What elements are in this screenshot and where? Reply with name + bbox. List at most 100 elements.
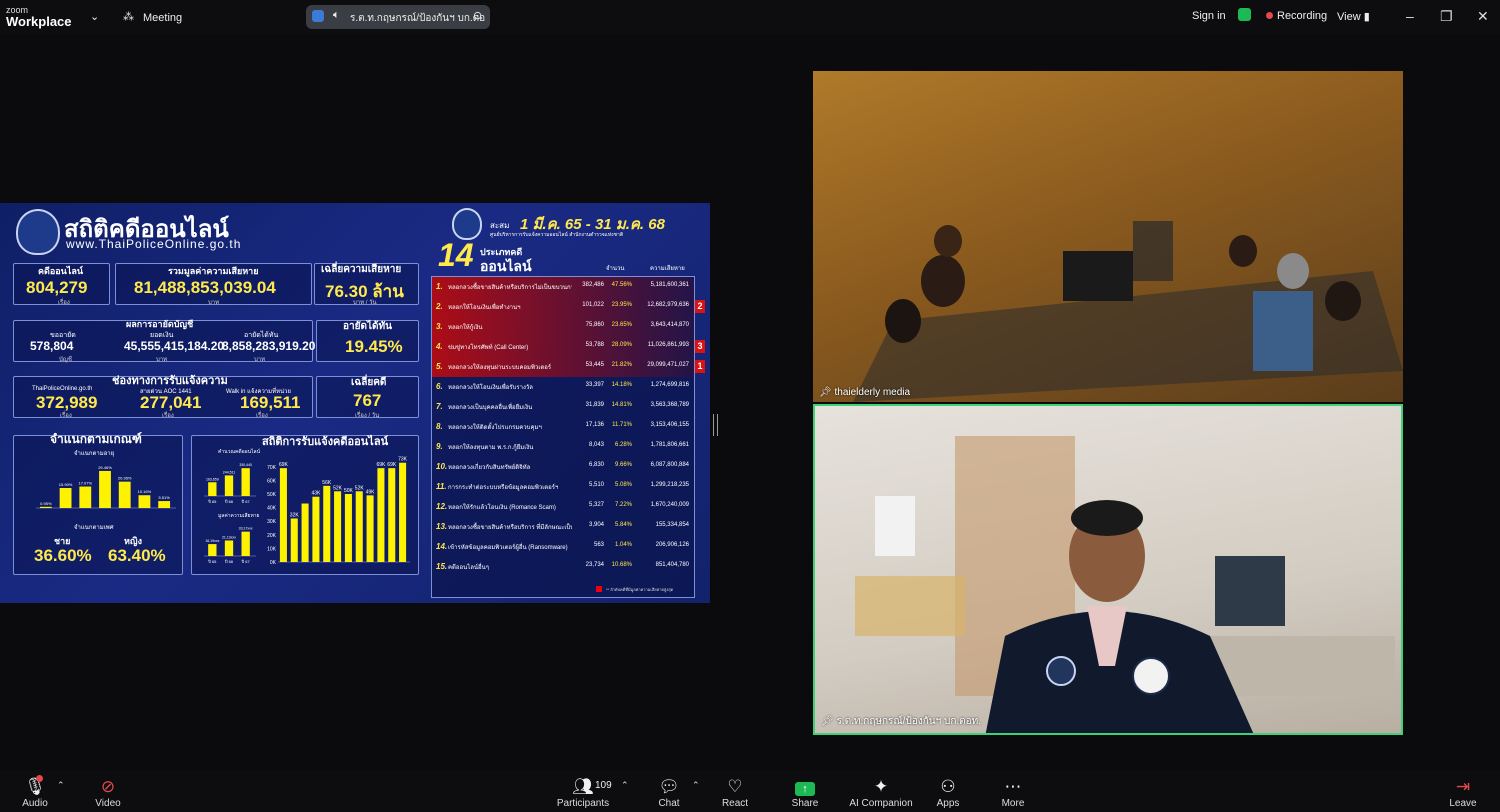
row-percent: 6.28% [614, 442, 632, 448]
ch3-unit: เรื่อง [256, 413, 268, 419]
share-button[interactable]: ↑ Share [787, 770, 823, 812]
audio-button[interactable]: 🎙︎ Audio [18, 770, 52, 812]
freeze-rate-label: อายัดได้ทัน [343, 321, 392, 332]
row-type: หลอกให้รักแล้วโอนเงิน (Romance Scam) [448, 505, 556, 511]
meeting-info-icon[interactable]: ⁂ [123, 10, 134, 23]
row-type: หลอกลวงซื้อขายสินค้าหรือบริการ ที่มีลักษ… [448, 525, 572, 531]
more-label: More [1001, 798, 1025, 809]
row-count: 3,904 [588, 522, 604, 528]
bar [224, 475, 234, 496]
row-number: 10. [436, 462, 448, 471]
bar-label: 163,659 [206, 477, 219, 481]
row-percent: 1.04% [614, 542, 632, 548]
ch2-unit: เรื่อง [162, 413, 174, 419]
leave-button[interactable]: ⇥ Leave [1446, 770, 1480, 812]
bar [355, 491, 363, 562]
footnote-marker-icon [596, 586, 602, 592]
apps-button[interactable]: ⚇ Apps [932, 770, 964, 812]
participants-button[interactable]: 👥︎ Participants [555, 770, 611, 812]
view-button[interactable]: View ▮ [1337, 10, 1370, 23]
bar-label: 330,440 [239, 463, 252, 467]
male-value: 36.60% [34, 546, 92, 565]
row-type: หลอกลวงให้โอนเงินเพื่อรับรางวัล [448, 385, 533, 391]
y-tick-label: 10K [267, 546, 277, 552]
audio-options-chevron-icon[interactable]: ⌃ [57, 780, 65, 791]
bar [366, 495, 374, 562]
row-rank-badge: 3 [695, 340, 705, 353]
channel-box: ช่องทางการรับแจ้งความ ThaiPoliceOnline.g… [13, 375, 313, 419]
row-number: 3. [436, 322, 443, 331]
police-badge-icon [16, 209, 60, 255]
bar-label: 69K [376, 462, 386, 468]
row-type: คดีออนไลน์อื่นๆ [448, 565, 489, 571]
bar [79, 486, 92, 508]
more-button[interactable]: ⋯ More [996, 770, 1030, 812]
app-menu-chevron-icon[interactable]: ⌄ [90, 10, 99, 23]
close-icon[interactable]: ✕ [1477, 8, 1489, 25]
row-number: 7. [436, 402, 443, 411]
bar [312, 496, 320, 562]
video-tile-2-active-speaker[interactable]: 📌︎ ร.ต.ท.กฤษกรณ์/ป้องกันฯ บก.ตอท. [813, 404, 1403, 735]
row-percent: 5.08% [614, 482, 632, 488]
damage-box: รวมมูลค่าความเสียหาย 81,488,853,039.04 บ… [115, 263, 312, 306]
row-count: 75,860 [585, 322, 604, 328]
row-count: 101,022 [582, 302, 604, 308]
restore-icon[interactable]: ❐ [1440, 8, 1453, 25]
damage-unit: บาท [208, 300, 220, 306]
table-row: 9. หลอกให้ลงทุนตาม พ.ร.ก.กู้ยืมเงิน 8,043 6… [432, 437, 694, 457]
chat-button[interactable]: 💬︎ Chat [652, 770, 686, 812]
sparkle-icon: ✦ [873, 777, 889, 796]
freeze-amt-unit: บาท [156, 357, 168, 363]
bar-label: 43K [311, 491, 321, 497]
video-button[interactable]: ⊘ Video [90, 770, 126, 812]
category-label: ปี 65 [207, 559, 217, 564]
row-number: 4. [436, 342, 443, 351]
split-divider-handle[interactable] [713, 414, 718, 436]
avg-cases-unit: เรื่อง / วัน [355, 413, 380, 419]
col-count: จำนวน [606, 266, 625, 272]
bar [323, 485, 331, 562]
video-tile-1[interactable]: 📌︎ thaielderly media [813, 71, 1403, 402]
damage-value: 81,488,853,039.04 [134, 278, 276, 297]
chat-chevron-icon[interactable]: ⌃ [692, 780, 700, 791]
yearly-cases-chart: 163,659 ปี 65 244,511 ปี 66 330,440 ปี 67 [204, 463, 256, 504]
more-options-icon[interactable]: ⊙ [473, 9, 482, 22]
react-button[interactable]: ♡ React [718, 770, 752, 812]
row-damage: 6,087,800,884 [650, 462, 689, 468]
row-number: 14. [436, 542, 448, 551]
row-damage: 155,334,854 [655, 522, 689, 528]
meeting-label[interactable]: Meeting [143, 12, 182, 24]
leave-label: Leave [1449, 798, 1477, 809]
participants-chevron-icon[interactable]: ⌃ [621, 780, 629, 791]
bar [301, 503, 309, 562]
row-number: 15. [436, 562, 448, 571]
audio-label: Audio [22, 798, 48, 809]
freeze-ok-value: 8,858,283,919.20 [222, 339, 316, 353]
category-label: ปี 66 [224, 499, 234, 504]
recording-indicator[interactable]: Recording [1266, 10, 1327, 22]
row-count: 33,397 [585, 382, 604, 388]
minimize-icon[interactable]: – [1406, 8, 1414, 24]
avg-damage-unit: บาท / วัน [353, 300, 377, 306]
row-percent: 47.56% [611, 282, 632, 288]
video-tile-2-label: ร.ต.ท.กฤษกรณ์/ป้องกันฯ บก.ตอท. [836, 716, 982, 727]
bar [388, 468, 396, 562]
share-screen-icon: ↑ [787, 776, 823, 798]
chat-icon: 💬︎ [658, 777, 680, 796]
screen-share-pill[interactable]: 🔈︎ ร.ต.ท.กฤษกรณ์/ป้องกันฯ บก.ตอ ⊙ [306, 5, 490, 29]
table-row: 15. คดีออนไลน์อื่นๆ 23,734 10.68% 851,404,78… [432, 557, 694, 577]
types-label2: ออนไลน์ [480, 258, 532, 274]
mic-alert-dot-icon [36, 775, 43, 782]
row-percent: 14.18% [611, 382, 632, 388]
bar-label: 29.46% [98, 465, 112, 470]
top-bar: zoom Workplace ⌄ ⁂ Meeting 🔈︎ ร.ต.ท.กฤษก… [0, 0, 1500, 34]
sign-in-link[interactable]: Sign in [1192, 10, 1226, 22]
gender-label: จำแนกตามเพศ [74, 525, 114, 531]
security-shield-icon[interactable] [1238, 8, 1251, 21]
office-scene [855, 436, 1395, 733]
bar-label: 244,511 [223, 470, 235, 474]
age-bar-chart: 0.95% 15.90% 17.07% 29.46% 20.95% 10.16% 5.51% [36, 465, 176, 509]
bar-label: 69K [279, 462, 289, 468]
bar [158, 501, 171, 508]
ai-companion-button[interactable]: ✦ AI Companion [848, 770, 914, 812]
